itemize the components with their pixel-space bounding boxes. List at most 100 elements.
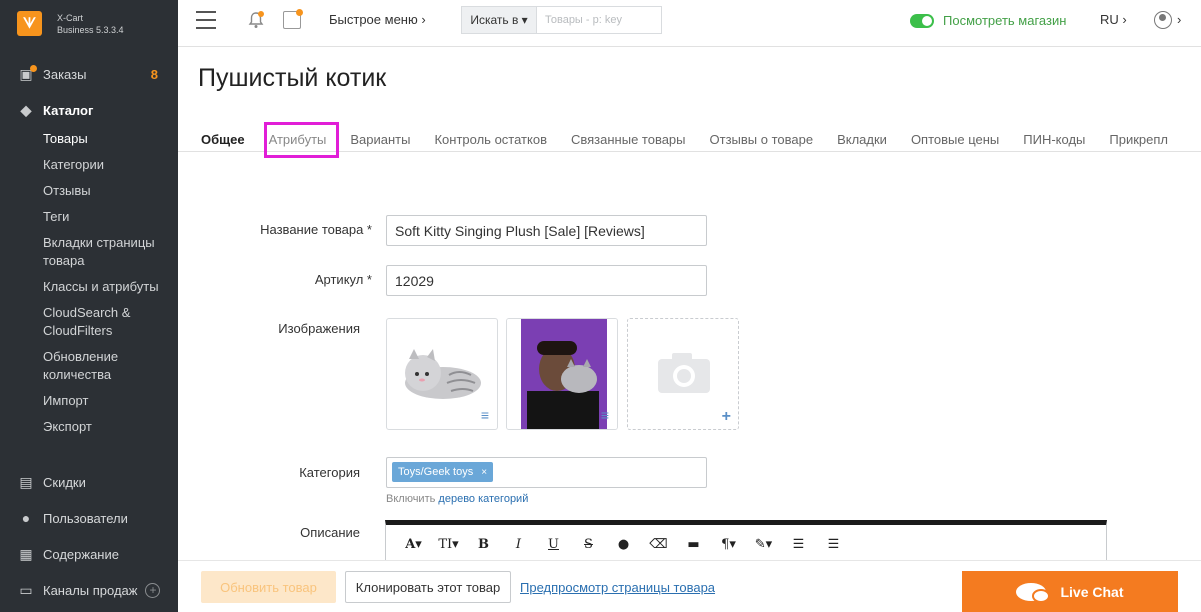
sidebar-item-catalog[interactable]: ◆ Каталог <box>0 98 178 122</box>
description-editor-toolbar: A▾ TI▾ B I U S ● ⌫ ▬ ¶▾ ✎▾ ☰ ☰ <box>385 520 1107 565</box>
description-label: Описание <box>300 525 360 540</box>
add-image-slot[interactable]: + <box>627 318 739 430</box>
channels-icon: ▭ <box>19 581 33 598</box>
preview-product-link[interactable]: Предпросмотр страницы товара <box>520 580 715 595</box>
image-menu-icon[interactable]: ≡ <box>481 407 489 423</box>
brand-version: Business 5.3.3.4 <box>57 24 124 35</box>
submenu-item-classes-attributes[interactable]: Классы и атрибуты <box>43 274 178 300</box>
eraser-icon[interactable]: ⌫ <box>641 537 676 552</box>
live-chat-button[interactable]: Live Chat <box>962 571 1178 612</box>
brand[interactable]: ᗐ X-Cart Business 5.3.3.4 <box>0 0 178 47</box>
submenu-item-export[interactable]: Экспорт <box>43 414 178 440</box>
category-tree-link[interactable]: дерево категорий <box>438 493 528 505</box>
magic-wand-icon[interactable]: ✎▾ <box>746 537 781 552</box>
tab-product-reviews[interactable]: Отзывы о товаре <box>698 124 826 151</box>
search-input[interactable]: Товары - p: key <box>536 6 662 34</box>
sidebar-item-orders[interactable]: ▣ Заказы 8 <box>0 62 178 86</box>
sidebar-item-label: Каналы продаж <box>43 582 138 598</box>
update-product-button[interactable]: Обновить товар <box>201 571 336 603</box>
sku-input[interactable]: 12029 <box>386 265 707 296</box>
font-icon[interactable]: A▾ <box>396 537 431 552</box>
sidebar-item-sales-channels[interactable]: ▭ Каналы продаж + <box>0 578 178 602</box>
sidebar-item-label: Каталог <box>43 102 94 118</box>
sticky-footer: Обновить товар Клонировать этот товар Пр… <box>178 560 1201 612</box>
store-toggle-icon[interactable] <box>910 13 934 28</box>
top-header: Быстрое меню › Искать в ▾ Товары - p: ke… <box>178 0 1201 47</box>
sidebar-item-label: Содержание <box>43 546 119 562</box>
gift-icon: ▤ <box>19 473 33 490</box>
print-icon[interactable]: ▬ <box>676 537 711 552</box>
submenu-item-categories[interactable]: Категории <box>43 152 178 178</box>
search-bar: Искать в ▾ Товары - p: key <box>461 6 662 34</box>
color-drop-icon[interactable]: ● <box>606 537 641 552</box>
sidebar-item-label: Пользователи <box>43 510 128 526</box>
chat-bubbles-icon <box>1016 583 1051 603</box>
submenu-item-quantity-update[interactable]: Обновление количества <box>43 344 178 388</box>
view-store-link[interactable]: Посмотреть магазин <box>910 13 1066 28</box>
sidebar-item-label: Заказы <box>43 66 87 82</box>
category-field[interactable]: Toys/Geek toys × <box>386 457 707 488</box>
sidebar: ᗐ X-Cart Business 5.3.3.4 ▣ Заказы 8 ◆ К… <box>0 0 178 612</box>
remove-tag-icon[interactable]: × <box>481 467 487 478</box>
italic-icon[interactable]: I <box>501 537 536 552</box>
bold-icon[interactable]: B <box>466 537 501 552</box>
sidebar-item-label: Скидки <box>43 474 86 490</box>
product-image-1[interactable]: ≡ <box>386 318 498 430</box>
notifications-bell-icon[interactable] <box>246 10 266 30</box>
submenu-item-tags[interactable]: Теги <box>43 204 178 230</box>
category-tag[interactable]: Toys/Geek toys × <box>392 462 494 482</box>
hamburger-menu-icon[interactable] <box>196 11 216 29</box>
tab-related-products[interactable]: Связанные товары <box>559 124 698 151</box>
tab-pin-codes[interactable]: ПИН-коды <box>1011 124 1097 151</box>
category-tree-hint: Включить дерево категорий <box>386 493 528 505</box>
paragraph-icon[interactable]: ¶▾ <box>711 537 746 552</box>
live-chat-label: Live Chat <box>1060 584 1124 600</box>
tab-general[interactable]: Общее <box>178 124 257 151</box>
product-name-input[interactable]: Soft Kitty Singing Plush [Sale] [Reviews… <box>386 215 707 246</box>
strikethrough-icon[interactable]: S <box>571 537 606 552</box>
search-scope-select[interactable]: Искать в ▾ <box>461 6 536 34</box>
ordered-list-icon[interactable]: ☰ <box>781 537 816 552</box>
submenu-item-product-tabs[interactable]: Вкладки страницы товара <box>43 230 178 274</box>
category-label: Категория <box>299 465 360 480</box>
tab-variants[interactable]: Варианты <box>338 124 422 151</box>
clone-product-button[interactable]: Клонировать этот товар <box>345 571 511 603</box>
product-name-label: Название товара * <box>260 222 372 237</box>
catalog-submenu: Товары Категории Отзывы Теги Вкладки стр… <box>0 126 178 440</box>
submenu-item-products[interactable]: Товары <box>43 126 178 152</box>
page-title: Пушистый котик <box>198 64 387 92</box>
user-menu-caret[interactable]: › <box>1177 12 1181 27</box>
language-selector[interactable]: RU › <box>1100 12 1127 27</box>
tab-tabs[interactable]: Вкладки <box>825 124 899 151</box>
view-store-label: Посмотреть магазин <box>943 13 1067 28</box>
category-tag-label: Toys/Geek toys <box>398 466 474 478</box>
product-image-2[interactable]: ≡ <box>506 318 618 430</box>
quick-menu-button[interactable]: Быстрое меню › <box>329 12 426 27</box>
add-channel-icon[interactable]: + <box>145 582 161 598</box>
brand-text: X-Cart Business 5.3.3.4 <box>57 12 124 36</box>
image-menu-icon[interactable]: ≡ <box>601 407 609 423</box>
tab-attributes[interactable]: Атрибуты <box>257 124 339 151</box>
underline-icon[interactable]: U <box>536 537 571 552</box>
users-icon: ● <box>21 510 31 526</box>
brand-name: X-Cart <box>57 12 84 23</box>
add-image-plus-icon[interactable]: + <box>722 408 731 426</box>
messages-icon[interactable] <box>283 9 303 29</box>
tags-icon: ◆ <box>20 101 32 118</box>
submenu-item-import[interactable]: Импорт <box>43 388 178 414</box>
tab-attachments[interactable]: Прикрепл <box>1097 124 1180 151</box>
sidebar-item-content[interactable]: ▦ Содержание <box>0 542 178 566</box>
font-size-icon[interactable]: TI▾ <box>431 537 466 552</box>
content-icon: ▦ <box>19 545 33 562</box>
submenu-item-reviews[interactable]: Отзывы <box>43 178 178 204</box>
sidebar-item-users[interactable]: ● Пользователи <box>0 506 178 530</box>
sidebar-item-discounts[interactable]: ▤ Скидки <box>0 470 178 494</box>
tab-wholesale-prices[interactable]: Оптовые цены <box>899 124 1011 151</box>
xcart-logo-icon: ᗐ <box>17 11 42 36</box>
unordered-list-icon[interactable]: ☰ <box>816 537 851 552</box>
submenu-item-cloudsearch[interactable]: CloudSearch & CloudFilters <box>43 300 178 344</box>
tab-inventory[interactable]: Контроль остатков <box>422 124 559 151</box>
user-avatar-icon[interactable] <box>1154 11 1172 29</box>
product-tabs: Общее Атрибуты Варианты Контроль остатко… <box>178 124 1201 152</box>
sku-label: Артикул * <box>314 272 372 287</box>
